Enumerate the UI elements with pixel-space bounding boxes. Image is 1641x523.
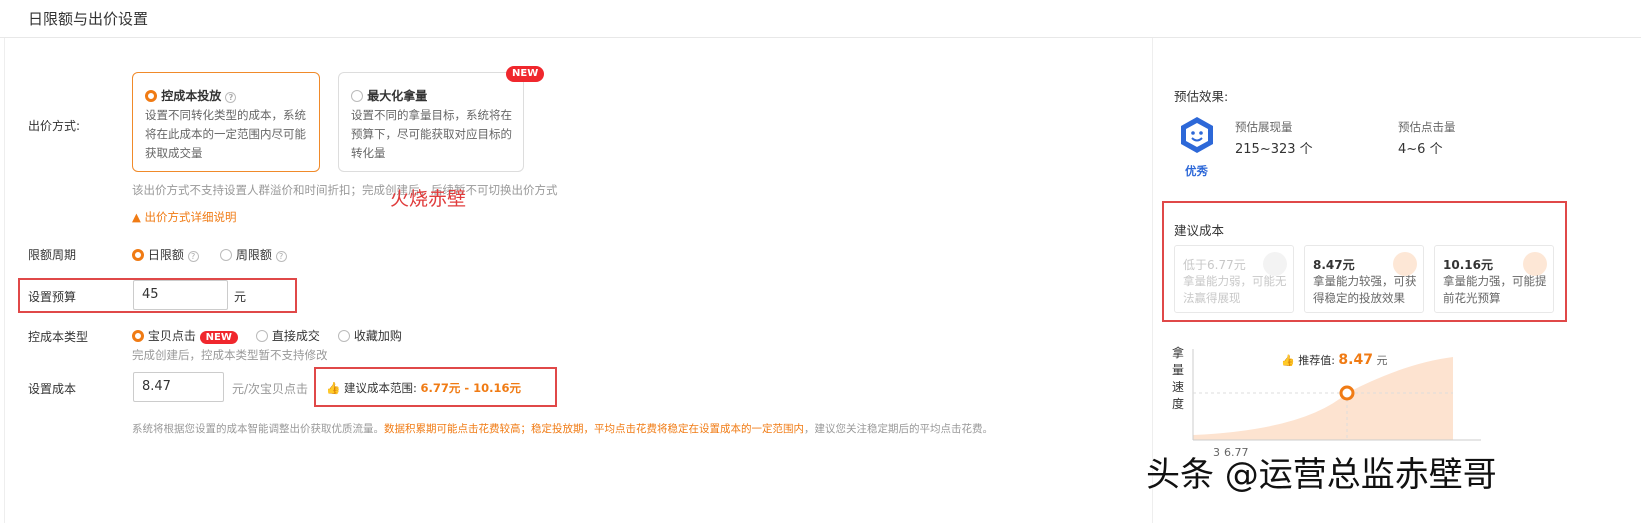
- new-badge: NEW: [199, 331, 238, 344]
- impressions-value: 215~323 个: [1235, 142, 1313, 157]
- radio-label: 日限额: [147, 248, 184, 262]
- option-title: 最大化拿量: [367, 89, 428, 103]
- divider: [4, 38, 5, 523]
- card-title: 低于6.77元: [1183, 258, 1246, 272]
- cost-type-fav-radio[interactable]: 收藏加购: [338, 327, 402, 344]
- bid-option-cost-control[interactable]: 控成本投放 ? 设置不同转化类型的成本，系统将在此成本的一定范围内尽可能获取成交…: [132, 72, 320, 172]
- limit-weekly-radio[interactable]: 周限额 ?: [220, 246, 287, 263]
- cost-input[interactable]: 8.47: [133, 372, 224, 402]
- footer-note-part1: 系统将根据您设置的成本智能调整出价获取优质流量。: [132, 423, 384, 435]
- cost-type-note: 完成创建后，控成本类型暂不支持修改: [132, 348, 328, 362]
- radio-label: 周限额: [235, 248, 272, 262]
- radio-selected-icon: [132, 249, 144, 261]
- option-desc: 设置不同的拿量目标，系统将在预算下，尽可能获取对应目标的转化量: [351, 108, 512, 160]
- new-badge: NEW: [506, 66, 545, 82]
- cost-type-deal-radio[interactable]: 直接成交: [256, 327, 320, 344]
- radio-selected-icon: [145, 90, 157, 102]
- watermark-text: 头条 @运营总监赤壁哥: [1146, 455, 1497, 495]
- help-icon[interactable]: ?: [225, 92, 237, 103]
- thumbs-up-icon: 👍: [326, 381, 341, 395]
- footer-note-highlight: 数据积累期可能点击花费较高；稳定投放期，平均点击花费将稳定在设置成本的一定范围内: [384, 423, 804, 435]
- radio-label: 直接成交: [271, 329, 320, 343]
- radio-label: 宝贝点击: [147, 329, 196, 343]
- page-title: 日限额与出价设置: [28, 10, 149, 28]
- radio-selected-icon: [132, 330, 144, 342]
- radio-icon: [256, 330, 268, 342]
- help-link-text: 出价方式详细说明: [144, 210, 237, 224]
- recommended-unit: 元: [1376, 354, 1388, 367]
- recommended-marker[interactable]: [1339, 385, 1355, 401]
- limit-daily-radio[interactable]: 日限额 ?: [132, 246, 199, 263]
- suggested-cost-card-mid[interactable]: 8.47元 拿量能力较强，可获得稳定的投放效果: [1304, 245, 1424, 313]
- limit-period-label: 限额周期: [28, 248, 77, 262]
- clicks-label: 预估点击量: [1398, 120, 1456, 134]
- help-icon[interactable]: ?: [275, 251, 287, 262]
- bid-method-help-link[interactable]: ▲ 出价方式详细说明: [132, 209, 237, 225]
- rating-text: 优秀: [1185, 164, 1208, 178]
- card-desc: 拿量能力较强，可获得稳定的投放效果: [1313, 274, 1417, 305]
- option-title: 控成本投放: [161, 89, 222, 103]
- help-icon[interactable]: ?: [187, 251, 199, 262]
- radio-icon: [351, 90, 363, 102]
- bid-method-note: 该出价方式不支持设置人群溢价和时间折扣；完成创建后，后续暂不可切换出价方式: [132, 183, 558, 197]
- cost-label: 设置成本: [28, 382, 77, 396]
- card-title: 10.16元: [1443, 258, 1493, 272]
- budget-label: 设置预算: [28, 290, 77, 304]
- recommended-label: 👍 推荐值: 8.47 元: [1281, 352, 1387, 368]
- suggested-cost-card-high[interactable]: 10.16元 拿量能力强，可能提前花光预算: [1434, 245, 1554, 313]
- suggested-cost-card-low[interactable]: 低于6.77元 拿量能力弱，可能无法赢得展现: [1174, 245, 1294, 313]
- smile-badge-icon: [1178, 116, 1216, 154]
- thumbs-up-icon: 👍: [1281, 354, 1295, 367]
- bid-method-label: 出价方式:: [28, 119, 81, 133]
- overlay-annotation: 火烧赤壁: [390, 188, 467, 210]
- radio-icon: [220, 249, 232, 261]
- cost-range-label: 建议成本范围:: [343, 381, 417, 395]
- cost-unit: 元/次宝贝点击: [232, 382, 309, 396]
- chart-y-label: 拿量速度: [1172, 346, 1185, 411]
- chart-area: [1193, 357, 1453, 440]
- footer-note: 系统将根据您设置的成本智能调整出价获取优质流量。数据积累期可能点击花费较高；稳定…: [132, 421, 993, 436]
- budget-input[interactable]: 45: [133, 280, 228, 310]
- option-desc: 设置不同转化类型的成本，系统将在此成本的一定范围内尽可能获取成交量: [145, 108, 306, 160]
- graduation-cap-icon: ▲: [132, 210, 141, 224]
- radio-icon: [338, 330, 350, 342]
- budget-unit: 元: [234, 290, 247, 304]
- page-header: [0, 0, 1641, 38]
- cost-range: 👍 建议成本范围: 6.77元 - 10.16元: [326, 380, 521, 396]
- suggested-cost-title: 建议成本: [1174, 223, 1225, 238]
- card-desc: 拿量能力弱，可能无法赢得展现: [1183, 274, 1287, 305]
- bid-option-max-volume[interactable]: 最大化拿量 设置不同的拿量目标，系统将在预算下，尽可能获取对应目标的转化量: [338, 72, 524, 172]
- footer-note-part3: ，建议您关注稳定期后的平均点击花费。: [804, 423, 993, 435]
- recommended-text: 推荐值:: [1298, 354, 1335, 367]
- clicks-value: 4~6 个: [1398, 142, 1443, 157]
- card-title: 8.47元: [1313, 258, 1355, 272]
- estimate-title: 预估效果:: [1174, 89, 1229, 104]
- cost-type-label: 控成本类型: [28, 330, 89, 344]
- recommended-value: 8.47: [1338, 352, 1373, 368]
- impressions-label: 预估展现量: [1235, 120, 1293, 134]
- radio-label: 收藏加购: [353, 329, 402, 343]
- cost-type-click-radio[interactable]: 宝贝点击 NEW: [132, 327, 238, 345]
- cost-range-value: 6.77元 - 10.16元: [420, 381, 522, 395]
- card-desc: 拿量能力强，可能提前花光预算: [1443, 274, 1547, 305]
